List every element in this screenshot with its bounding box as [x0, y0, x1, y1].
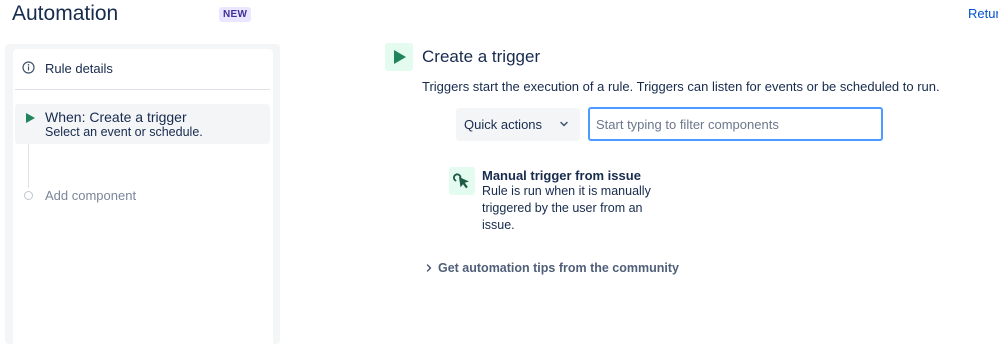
section-title: Create a trigger [422, 47, 541, 66]
step-title: When: Create a trigger [45, 109, 187, 125]
play-icon [26, 113, 35, 123]
trigger-icon-box [385, 43, 413, 71]
automation-tips-label[interactable]: Get automation tips from the community [438, 261, 679, 275]
add-component-button[interactable]: Add component [45, 188, 136, 203]
manual-trigger-icon-box [449, 167, 475, 195]
step-subtitle: Select an event or schedule. [45, 125, 203, 139]
return-link[interactable]: Retur [968, 6, 998, 21]
play-icon [394, 50, 406, 64]
filter-components-input[interactable] [588, 107, 883, 141]
add-component-dot-icon [24, 191, 33, 200]
info-icon [22, 61, 35, 74]
cursor-click-icon [453, 173, 469, 189]
page-title: Automation [12, 2, 119, 25]
chevron-right-icon [426, 264, 432, 272]
component-title: Manual trigger from issue [482, 168, 641, 183]
rule-details-label: Rule details [45, 61, 113, 76]
chevron-down-icon [560, 121, 568, 127]
new-badge: NEW [219, 7, 252, 22]
quick-actions-label: Quick actions [464, 117, 543, 132]
step-connector [28, 144, 29, 188]
divider [15, 89, 270, 90]
component-description: Rule is run when it is manually triggere… [482, 184, 651, 232]
section-description: Triggers start the execution of a rule. … [422, 79, 940, 94]
